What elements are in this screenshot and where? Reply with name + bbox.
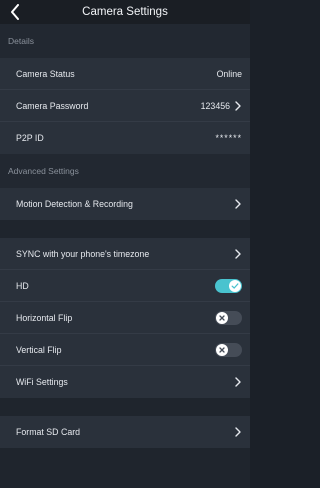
vertical-flip-row: Vertical Flip — [0, 334, 250, 366]
vertical-flip-label: Vertical Flip — [16, 344, 62, 355]
format-sd-card-row[interactable]: Format SD Card — [0, 416, 250, 448]
motion-detection-label: Motion Detection & Recording — [16, 199, 133, 209]
hd-label: HD — [16, 280, 29, 291]
section-header-advanced: Advanced Settings — [0, 154, 250, 188]
camera-status-label: Camera Status — [16, 68, 75, 79]
chevron-right-icon — [235, 377, 241, 387]
page-title: Camera Settings — [82, 6, 168, 18]
chevron-right-icon — [235, 199, 241, 209]
close-icon — [219, 346, 225, 353]
horizontal-flip-label: Horizontal Flip — [16, 312, 73, 323]
p2p-id-value: ****** — [215, 133, 242, 143]
group-separator — [0, 398, 250, 416]
camera-password-label: Camera Password — [16, 100, 89, 111]
format-sd-card-label: Format SD Card — [16, 427, 81, 437]
camera-status-row: Camera Status Online — [0, 58, 250, 90]
sync-timezone-row[interactable]: SYNC with your phone's timezone — [0, 238, 250, 270]
sync-timezone-label: SYNC with your phone's timezone — [16, 248, 150, 259]
horizontal-flip-toggle[interactable] — [215, 310, 242, 325]
check-icon — [231, 282, 239, 289]
p2p-id-row: P2P ID ****** — [0, 122, 250, 154]
p2p-id-label: P2P ID — [16, 133, 44, 143]
bottom-filler — [0, 448, 250, 488]
motion-detection-row[interactable]: Motion Detection & Recording — [0, 188, 250, 220]
navigation-bar: Camera Settings — [0, 0, 250, 24]
camera-password-value-group: 123456 — [201, 101, 242, 111]
chevron-right-icon — [235, 100, 241, 111]
chevron-right-icon — [235, 427, 241, 437]
chevron-left-icon — [11, 4, 19, 20]
wifi-settings-row[interactable]: WiFi Settings — [0, 366, 250, 398]
vertical-flip-toggle[interactable] — [215, 342, 242, 357]
camera-password-value: 123456 — [200, 100, 230, 111]
section-label: Details — [8, 36, 34, 46]
hd-row: HD — [0, 270, 250, 302]
hd-toggle[interactable] — [215, 278, 242, 293]
toggle-knob — [216, 311, 228, 324]
group-separator — [0, 220, 250, 238]
section-label: Advanced Settings — [8, 166, 79, 176]
camera-password-row[interactable]: Camera Password 123456 — [0, 90, 250, 122]
toggle-knob — [216, 343, 228, 356]
back-button[interactable] — [6, 2, 24, 22]
close-icon — [219, 314, 225, 321]
chevron-right-icon — [235, 248, 241, 259]
section-header-details: Details — [0, 24, 250, 58]
camera-status-value: Online — [216, 68, 242, 79]
toggle-knob — [229, 279, 241, 292]
wifi-settings-label: WiFi Settings — [16, 377, 68, 387]
horizontal-flip-row: Horizontal Flip — [0, 302, 250, 334]
